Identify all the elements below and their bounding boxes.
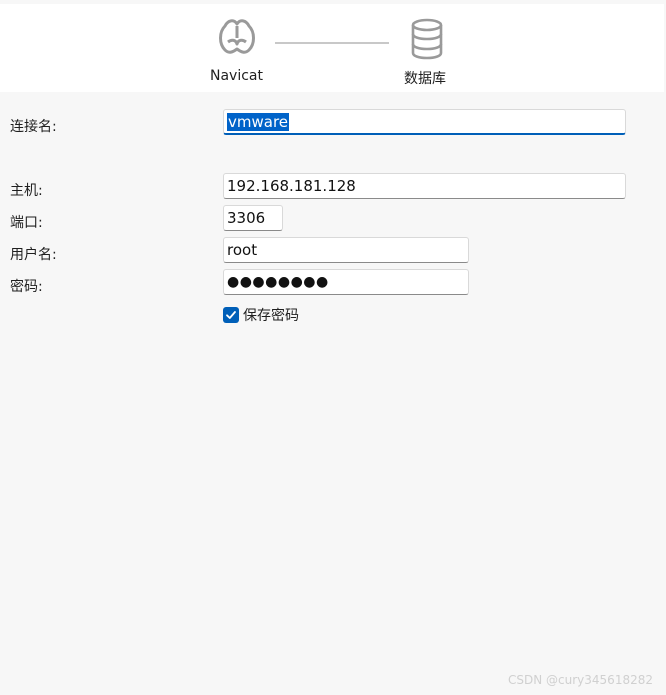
navicat-logo-icon [219,19,255,54]
save-password-label: 保存密码 [243,308,299,324]
step-label-navicat: Navicat [210,68,263,84]
wizard-steps-header: Navicat 数据库 [0,4,664,92]
port-label: 端口: [10,215,43,231]
connection-name-value: vmware [227,113,290,131]
database-icon [411,18,443,60]
save-password-checkbox[interactable] [223,307,239,323]
username-label: 用户名: [10,247,57,263]
host-label: 主机: [10,183,43,199]
password-label: 密码: [10,279,43,295]
step-label-database: 数据库 [404,71,446,87]
connection-name-label: 连接名: [10,119,57,135]
checkmark-icon [226,311,236,319]
password-input[interactable]: ●●●●●●●● [223,269,469,295]
connection-name-input[interactable]: vmware [223,109,626,135]
host-input[interactable]: 192.168.181.128 [223,173,626,199]
save-password-row[interactable]: 保存密码 [223,306,299,324]
step-connector-line [275,42,389,44]
watermark: CSDN @cury345618282 [508,673,653,687]
port-input[interactable]: 3306 [223,205,283,231]
username-input[interactable]: root [223,237,469,263]
